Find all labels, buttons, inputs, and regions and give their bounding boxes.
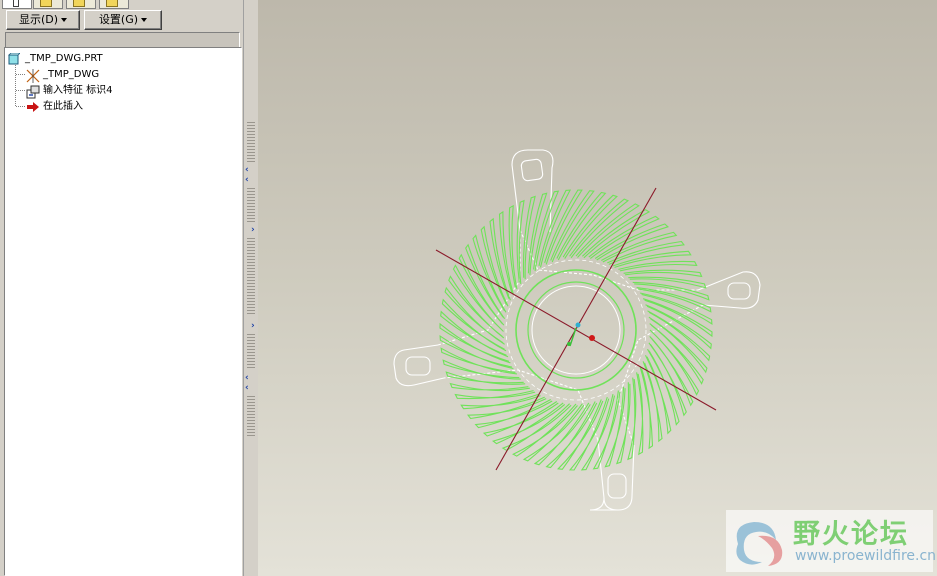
splitter-grip[interactable] <box>247 334 255 368</box>
panel-splitter[interactable]: ‹ ‹ › › ‹ ‹ <box>243 0 259 576</box>
collapse-left-icon[interactable]: ‹ <box>245 384 249 393</box>
tree-connector <box>16 90 25 91</box>
coordinate-system-icon <box>26 69 40 83</box>
heatsink-fin <box>592 390 621 470</box>
bracket-slot <box>520 158 544 182</box>
folder-icon <box>40 0 52 7</box>
heatsink-fin <box>627 377 637 461</box>
splitter-grip[interactable] <box>247 122 255 162</box>
chevron-down-icon <box>61 18 68 22</box>
heatsink-fin <box>645 304 712 350</box>
tree-column-header <box>5 32 240 48</box>
navigator-tab-strip <box>0 0 243 9</box>
tree-item-label: 在此插入 <box>43 101 83 112</box>
connections-icon <box>106 0 118 7</box>
heatsink-fin <box>636 372 644 456</box>
splitter-grip[interactable] <box>247 238 255 314</box>
model-tree-toolbar: 显示(D) 设置(G) <box>0 8 243 32</box>
model-tree-tab-icon <box>13 0 19 7</box>
display-menu-label: 显示(D) <box>18 13 59 26</box>
heatsink-fin <box>501 403 572 451</box>
collapse-left-icon[interactable]: ‹ <box>245 176 249 185</box>
graphics-window[interactable] <box>258 0 937 576</box>
heatsink-fin <box>498 210 514 295</box>
watermark-title: 野火论坛 <box>793 519 909 550</box>
tree-connector <box>16 74 25 75</box>
forum-watermark: 野火论坛 www.proewildfire.cn <box>726 510 937 572</box>
splitter-grip[interactable] <box>247 396 255 436</box>
expand-right-icon[interactable]: › <box>251 322 255 331</box>
collapse-left-icon[interactable]: ‹ <box>245 374 249 383</box>
flame-logo-icon <box>736 522 783 566</box>
watermark-url: www.proewildfire.cn <box>795 548 937 564</box>
bracket-slot <box>727 282 751 300</box>
heatsink-fin <box>508 204 518 290</box>
bracket-arm-right <box>697 271 761 309</box>
tree-connector <box>15 62 16 106</box>
model-tree-panel: 显示(D) 设置(G) _TMP_DWG.PRT _TMP_DWG 输入特征 标… <box>0 0 243 576</box>
favorites-folder-icon <box>73 0 85 7</box>
heatsink-fin <box>623 269 703 278</box>
collapse-left-icon[interactable]: ‹ <box>245 166 249 175</box>
bracket-slot <box>607 473 627 499</box>
splitter-grip[interactable] <box>247 188 255 222</box>
bracket-arm-left <box>393 344 445 387</box>
bracket-slot <box>405 356 431 376</box>
model-tree: _TMP_DWG.PRT _TMP_DWG 输入特征 标识4 在此插入 <box>4 47 242 576</box>
display-menu-button[interactable]: 显示(D) <box>6 10 80 30</box>
import-feature-icon <box>26 85 40 99</box>
settings-menu-label: 设置(G) <box>98 13 139 26</box>
expand-right-icon[interactable]: › <box>251 226 255 235</box>
tree-item-label: 输入特征 标识4 <box>43 85 113 96</box>
heatsink-fin <box>632 281 710 301</box>
part-icon <box>8 52 21 65</box>
heatsink-fin <box>454 390 536 400</box>
chevron-down-icon <box>141 18 148 22</box>
tree-item-label: _TMP_DWG.PRT <box>25 53 103 64</box>
heatsink-fin <box>527 192 548 275</box>
model-viewport[interactable] <box>258 0 937 576</box>
insert-here-arrow-icon <box>26 101 39 113</box>
tree-connector <box>16 106 25 107</box>
settings-menu-button[interactable]: 设置(G) <box>84 10 162 30</box>
tree-item-label: _TMP_DWG <box>43 69 100 80</box>
